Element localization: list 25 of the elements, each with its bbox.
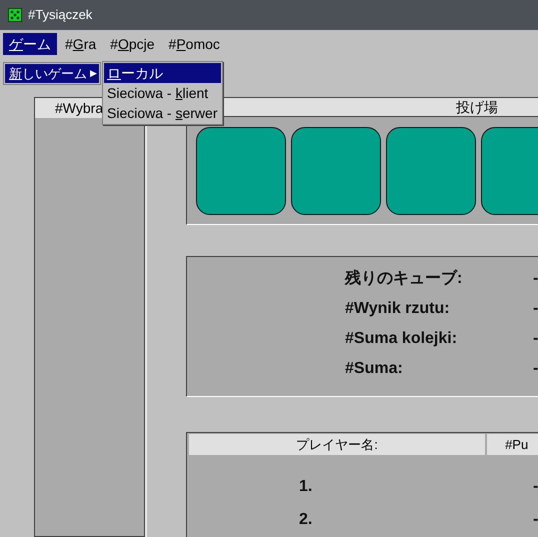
- die[interactable]: [291, 126, 381, 214]
- points-cell-text: -: [533, 510, 538, 530]
- menu-item[interactable]: ロ ーカル: [104, 63, 221, 83]
- window-title: #Tysiączek: [28, 6, 92, 24]
- stat-value: -: [533, 268, 538, 288]
- column-header: #Pu: [487, 434, 538, 455]
- stat-label: #Suma:: [345, 358, 403, 378]
- stat-value: -: [533, 298, 538, 318]
- points-cell-text: -: [533, 476, 538, 496]
- die[interactable]: [196, 126, 286, 214]
- stat-label: 残りのキューブ:: [345, 268, 462, 288]
- column-header: プレイヤー名:: [189, 434, 486, 455]
- menu-item[interactable]: #Pomoc: [162, 33, 226, 55]
- stat-label: #Wynik rzutu:: [345, 298, 450, 318]
- stat-value: -: [533, 328, 538, 348]
- stat-value: -: [533, 358, 538, 378]
- rank-cell-text: 2.: [299, 510, 312, 530]
- menu-item[interactable]: ゲーム: [3, 33, 57, 55]
- rank-cell-text: 1.: [299, 476, 312, 496]
- menu-item[interactable]: #Opcje: [104, 33, 161, 55]
- stat-label: #Suma kolejki:: [345, 328, 458, 348]
- dice-icon: [8, 8, 22, 22]
- menu-item[interactable]: #Gra: [59, 33, 102, 55]
- menu-item[interactable]: 新 しいゲーム ▶: [5, 64, 99, 83]
- die[interactable]: [386, 126, 476, 214]
